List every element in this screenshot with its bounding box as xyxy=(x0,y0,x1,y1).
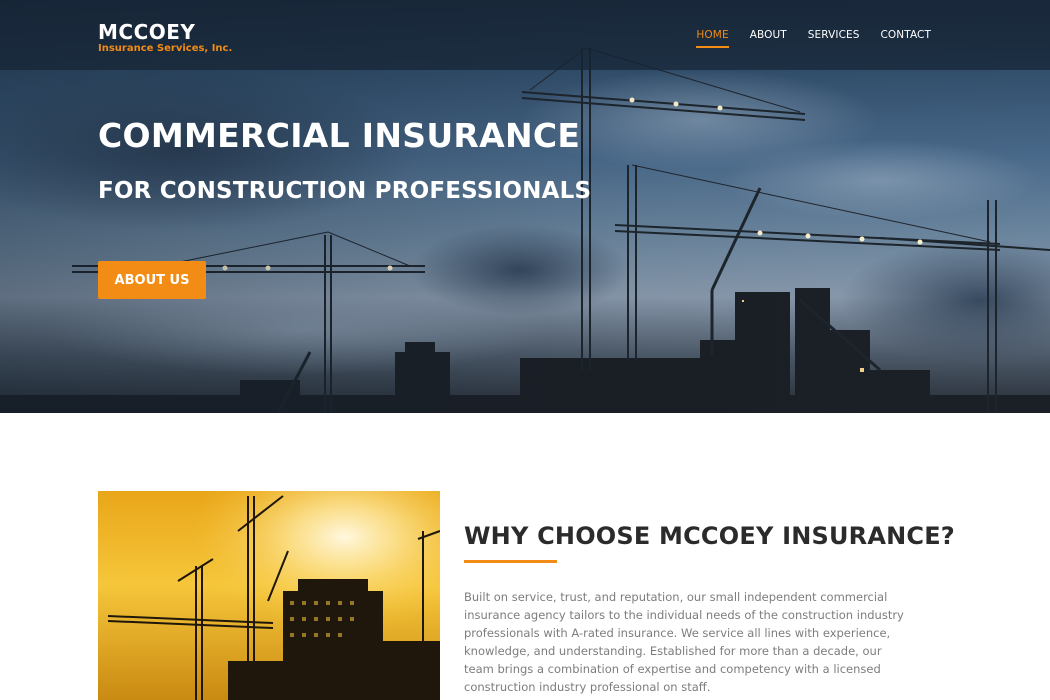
main-nav: HOME ABOUT SERVICES CONTACT xyxy=(675,29,931,48)
nav-item-home[interactable]: HOME xyxy=(696,29,729,48)
logo-sub-text: Insurance Services, Inc. xyxy=(98,43,233,54)
construction-sunset-image xyxy=(98,491,440,700)
section-body-text: Built on service, trust, and reputation,… xyxy=(464,590,904,694)
nav-item-about[interactable]: ABOUT xyxy=(750,29,787,48)
title-underline xyxy=(464,560,557,563)
site-header: MCCOEY Insurance Services, Inc. HOME ABO… xyxy=(0,0,1050,70)
nav-item-services[interactable]: SERVICES xyxy=(808,29,860,48)
nav-item-contact[interactable]: CONTACT xyxy=(881,29,932,48)
about-us-button[interactable]: ABOUT US xyxy=(98,261,206,299)
hero-title: COMMERCIAL INSURANCE xyxy=(98,116,581,155)
feature-image xyxy=(98,491,440,700)
site-logo[interactable]: MCCOEY Insurance Services, Inc. xyxy=(98,21,232,55)
hero-subtitle: FOR CONSTRUCTION PROFESSIONALS xyxy=(98,178,592,204)
section-title: WHY CHOOSE MCCOEY INSURANCE? xyxy=(464,522,955,550)
logo-main-text: MCCOEY xyxy=(98,20,196,44)
hero-section: MCCOEY Insurance Services, Inc. HOME ABO… xyxy=(0,0,1050,413)
